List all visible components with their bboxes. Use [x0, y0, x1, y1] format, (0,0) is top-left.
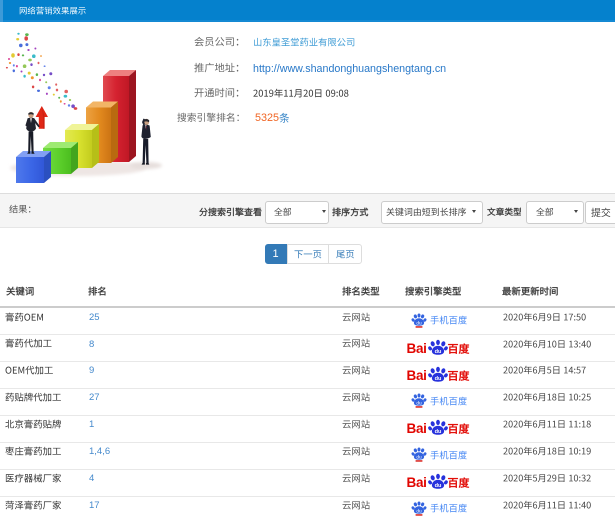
svg-text:du: du	[435, 429, 442, 435]
svg-text:Bai: Bai	[407, 368, 427, 383]
svg-text:du: du	[435, 376, 442, 382]
svg-text:du: du	[435, 483, 442, 489]
svg-text:du: du	[416, 454, 422, 460]
svg-text:Bai: Bai	[407, 421, 427, 436]
svg-text:du: du	[435, 349, 442, 355]
svg-text:du: du	[416, 401, 422, 407]
svg-text:Bai: Bai	[407, 475, 427, 490]
svg-text:du: du	[416, 508, 422, 514]
svg-text:du: du	[416, 320, 422, 326]
svg-text:Bai: Bai	[407, 341, 427, 356]
